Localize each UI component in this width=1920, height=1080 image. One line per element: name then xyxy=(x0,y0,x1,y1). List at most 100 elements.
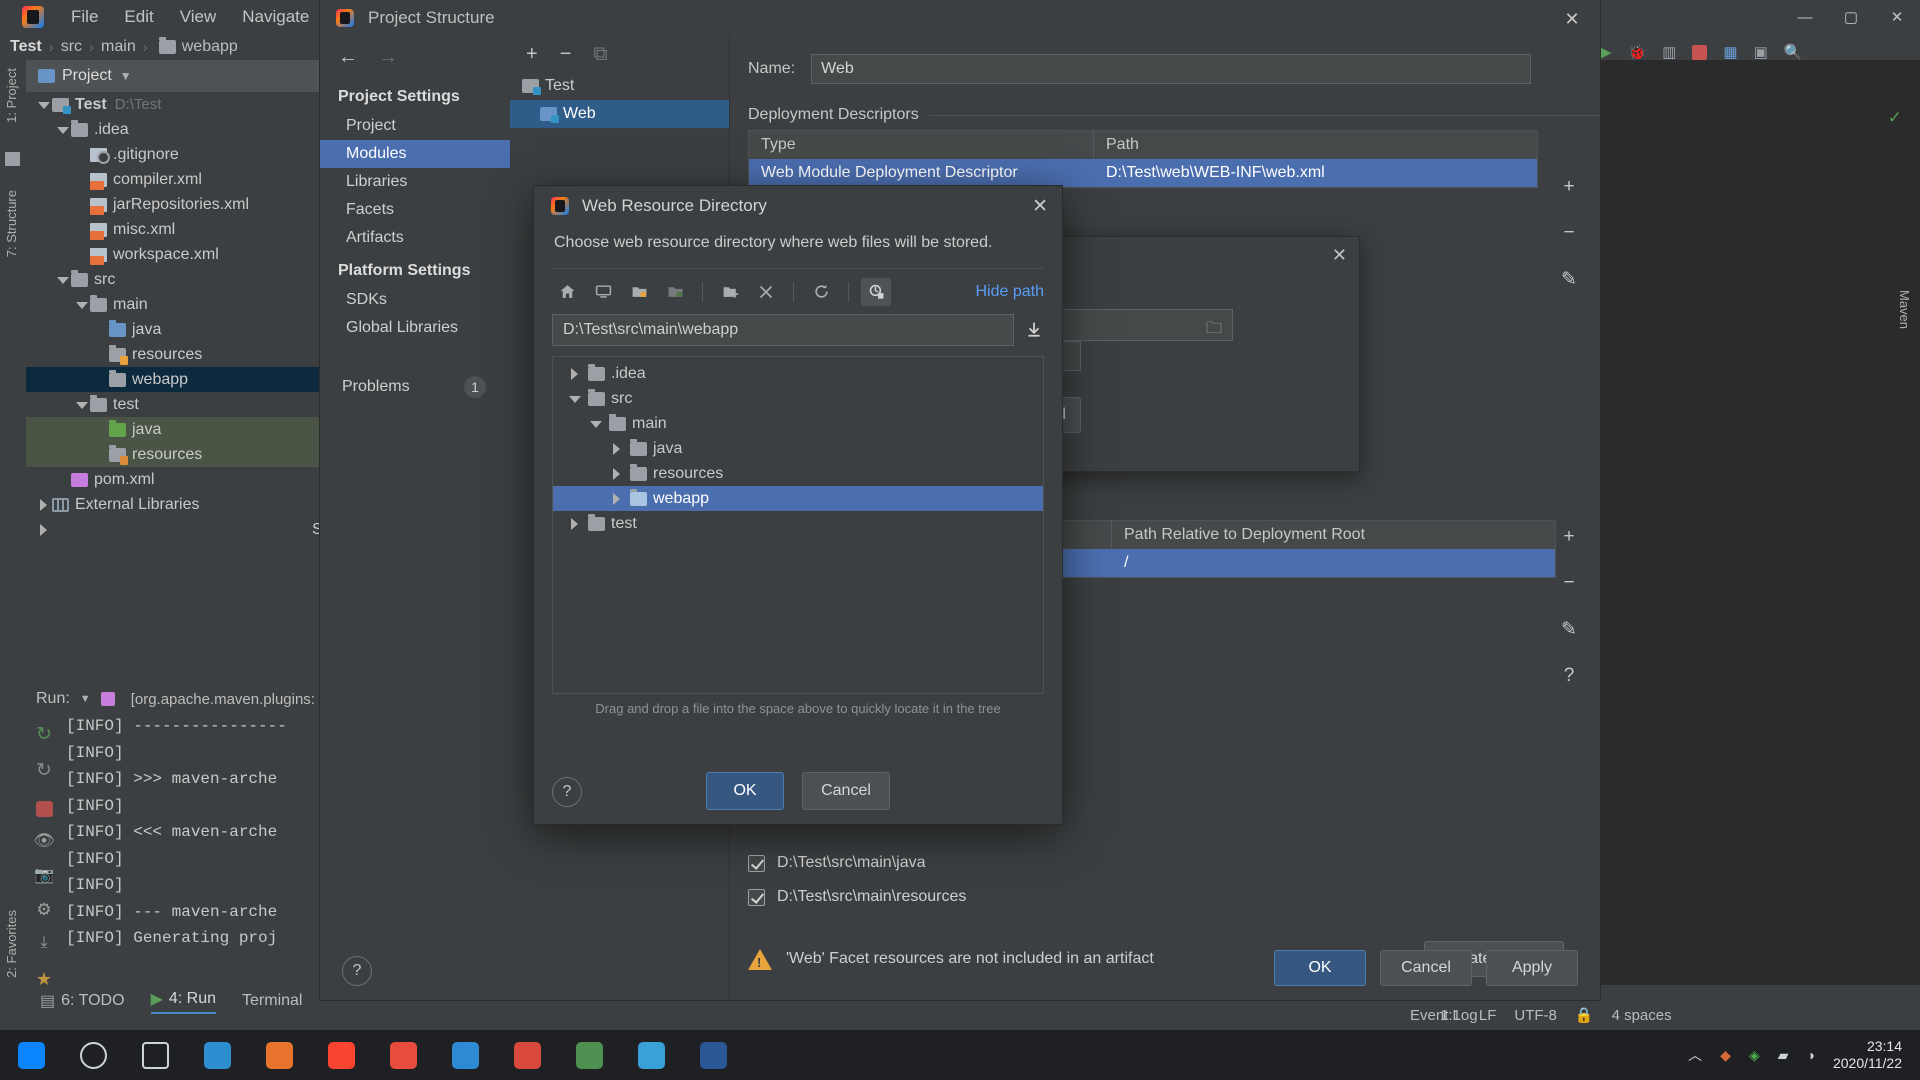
project-folder-icon[interactable] xyxy=(624,278,654,306)
add-module-button[interactable]: + xyxy=(526,43,538,66)
twisty-closed-icon[interactable] xyxy=(567,367,581,381)
new-folder-icon[interactable] xyxy=(715,278,745,306)
lock-icon[interactable]: 🔒 xyxy=(1575,1006,1594,1024)
project-tree-item[interactable]: webapp xyxy=(26,367,320,392)
menu-edit[interactable]: Edit xyxy=(111,3,166,31)
print-icon[interactable]: ⚙ xyxy=(33,900,55,921)
breadcrumb-item-main[interactable]: main xyxy=(101,38,136,56)
volume-icon[interactable]: ◑ xyxy=(1807,1047,1815,1063)
project-tree-item[interactable]: compiler.xml xyxy=(26,167,320,192)
nav-item-global-libraries[interactable]: Global Libraries xyxy=(320,314,510,342)
run-configuration-name[interactable]: [org.apache.maven.plugins: xyxy=(131,691,315,708)
project-tree[interactable]: Test D:\Test .idea .gitignore compiler.xml ja… xyxy=(26,92,485,542)
taskbar-vscode-icon[interactable] xyxy=(434,1030,496,1080)
file-tree-item[interactable]: webapp xyxy=(553,486,1043,511)
taskbar-task-view-icon[interactable] xyxy=(124,1030,186,1080)
project-tree-item[interactable]: test xyxy=(26,392,320,417)
file-tree-item[interactable]: java xyxy=(553,436,1043,461)
module-folder-icon[interactable] xyxy=(660,278,690,306)
project-structure-apply-button[interactable]: Apply xyxy=(1486,950,1578,986)
close-button[interactable]: ✕ xyxy=(1874,0,1920,34)
breadcrumb-item-src[interactable]: src xyxy=(61,38,82,56)
project-tree-item[interactable]: misc.xml xyxy=(26,217,320,242)
soft-wrap-icon[interactable]: 👁 xyxy=(33,831,55,852)
breadcrumb-item-webapp[interactable]: webapp xyxy=(182,38,238,56)
remove-web-resource-button[interactable]: − xyxy=(1563,572,1574,594)
project-panel-header[interactable]: Project ▼ xyxy=(26,60,320,92)
taskbar-start-button[interactable] xyxy=(0,1030,62,1080)
taskbar-intellij-icon[interactable] xyxy=(310,1030,372,1080)
taskbar-firefox-icon[interactable] xyxy=(248,1030,310,1080)
twisty-closed-icon[interactable] xyxy=(609,492,623,506)
help-web-resource-button[interactable]: ? xyxy=(1564,665,1575,687)
twisty-open-icon[interactable] xyxy=(55,123,69,137)
chevron-down-icon[interactable]: ▼ xyxy=(120,69,132,83)
menu-navigate[interactable]: Navigate xyxy=(229,3,322,31)
taskbar-items[interactable] xyxy=(0,1030,744,1080)
deployment-descriptors-table[interactable]: Type Path Web Module Deployment Descript… xyxy=(748,130,1538,188)
module-tree-item[interactable]: Web xyxy=(510,100,729,128)
file-tree-item[interactable]: resources xyxy=(553,461,1043,486)
taskbar-word-icon[interactable] xyxy=(682,1030,744,1080)
debug-button-icon[interactable]: 🐞 xyxy=(1628,43,1647,61)
file-tree-item[interactable]: src xyxy=(553,386,1043,411)
project-tree-item[interactable]: Scratches and Consoles xyxy=(26,517,485,542)
tool-window-maven[interactable]: Maven xyxy=(1897,290,1912,329)
checkbox-source-root-java[interactable] xyxy=(748,854,765,872)
twisty-closed-icon[interactable] xyxy=(36,498,50,512)
indent-setting[interactable]: 4 spaces xyxy=(1612,1007,1672,1024)
add-web-resource-button[interactable]: + xyxy=(1563,526,1574,548)
browse-folder-icon[interactable]: 🗀 xyxy=(1206,317,1222,344)
twisty-closed-icon[interactable] xyxy=(36,523,50,537)
home-icon[interactable] xyxy=(552,278,582,306)
project-tree-item[interactable]: Test D:\Test xyxy=(26,92,320,117)
breadcrumb-item-test[interactable]: Test xyxy=(10,38,42,56)
project-tree-item[interactable]: pom.xml xyxy=(26,467,320,492)
stop-icon[interactable] xyxy=(35,801,53,817)
refresh-icon[interactable] xyxy=(806,278,836,306)
tray-expand-icon[interactable]: ︿ xyxy=(1688,1045,1702,1065)
source-root-row[interactable]: D:\Test\src\main\java xyxy=(730,846,1600,880)
file-encoding[interactable]: UTF-8 xyxy=(1514,1007,1557,1024)
project-tree-item[interactable]: workspace.xml xyxy=(26,242,320,267)
stop-button-icon[interactable] xyxy=(1692,44,1708,60)
nav-item-facets[interactable]: Facets xyxy=(320,196,510,224)
taskbar-edge-icon[interactable] xyxy=(186,1030,248,1080)
project-tree-item[interactable]: jarRepositories.xml xyxy=(26,192,320,217)
web-resource-directory-ok-button[interactable]: OK xyxy=(706,772,784,810)
project-tree-item[interactable]: java xyxy=(26,317,320,342)
project-structure-cancel-button[interactable]: Cancel xyxy=(1380,950,1472,986)
twisty-open-icon[interactable] xyxy=(588,417,602,431)
line-separator[interactable]: LF xyxy=(1479,1007,1497,1024)
nav-item-artifacts[interactable]: Artifacts xyxy=(320,224,510,252)
taskbar-chrome-icon[interactable] xyxy=(558,1030,620,1080)
desktop-icon[interactable] xyxy=(588,278,618,306)
twisty-closed-icon[interactable] xyxy=(609,467,623,481)
tool-window-structure[interactable]: 7: Structure xyxy=(4,190,19,257)
forward-arrow-icon[interactable]: → xyxy=(378,46,398,69)
tray-app-icon[interactable]: ◆ xyxy=(1720,1047,1731,1064)
database-icon[interactable]: ▦ xyxy=(1723,43,1737,61)
tray-security-icon[interactable]: ◈ xyxy=(1749,1047,1760,1064)
project-tree-item[interactable]: External Libraries xyxy=(26,492,320,517)
caret-position[interactable]: 1:1 xyxy=(1440,1007,1461,1024)
project-structure-ok-button[interactable]: OK xyxy=(1274,950,1366,986)
remove-module-button[interactable]: − xyxy=(560,43,572,66)
network-icon[interactable]: ▰ xyxy=(1778,1047,1789,1064)
screenshot-icon[interactable]: 📷 xyxy=(33,865,55,886)
nav-item-sdks[interactable]: SDKs xyxy=(320,286,510,314)
minimize-button[interactable]: — xyxy=(1782,0,1828,34)
copy-module-button[interactable]: ⧉ xyxy=(593,43,607,66)
table-row[interactable]: Web Module Deployment Descriptor D:\Test… xyxy=(749,159,1537,187)
tab-run[interactable]: ▶ 4: Run xyxy=(150,989,217,1014)
scroll-end-icon[interactable]: ⤓ xyxy=(33,934,55,955)
project-tree-item[interactable]: main xyxy=(26,292,320,317)
taskbar-app-red-icon[interactable] xyxy=(496,1030,558,1080)
twisty-open-icon[interactable] xyxy=(55,273,69,287)
file-tree-item[interactable]: .idea xyxy=(553,361,1043,386)
facet-name-input[interactable] xyxy=(811,54,1532,84)
file-chooser-tree[interactable]: .idea src main java resources webapp test xyxy=(552,356,1044,694)
run-button-icon[interactable]: ▶ xyxy=(1600,43,1612,61)
taskbar-app-blue-icon[interactable] xyxy=(620,1030,682,1080)
back-arrow-icon[interactable]: ← xyxy=(338,46,358,69)
